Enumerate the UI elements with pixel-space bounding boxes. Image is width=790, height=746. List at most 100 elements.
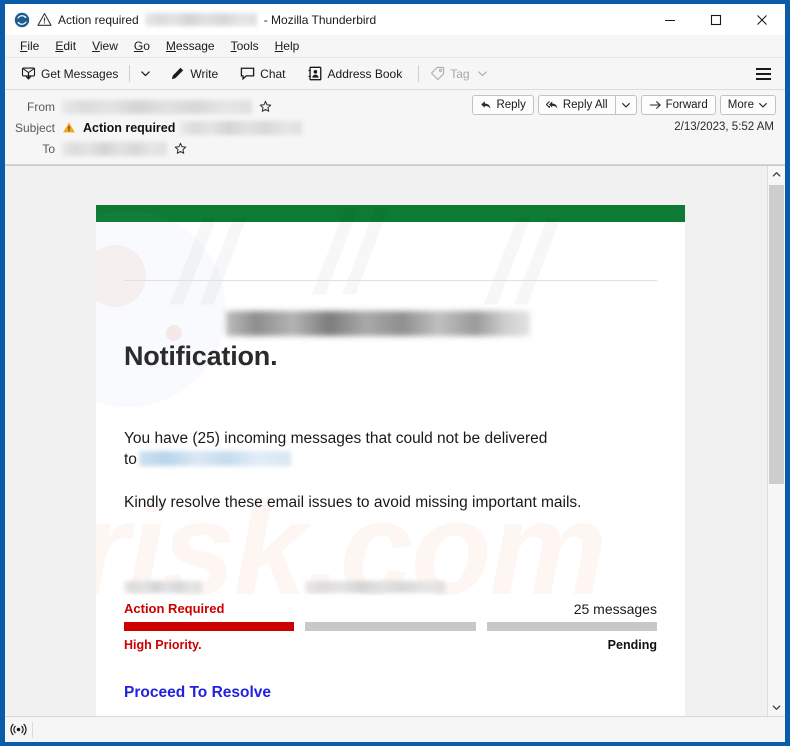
scrollbar-thumb[interactable] — [769, 185, 784, 485]
window-title-app: - Mozilla Thunderbird — [263, 12, 377, 27]
menu-item-tools[interactable]: Tools — [223, 37, 267, 55]
thunderbird-icon — [14, 12, 30, 27]
scroll-down-arrow-icon[interactable] — [768, 699, 785, 716]
address-book-button[interactable]: Address Book — [302, 63, 409, 84]
status-column-1-redacted — [124, 580, 202, 593]
status-column-2-redacted — [305, 580, 446, 593]
more-label: More — [727, 99, 754, 111]
status-column-1-label: Action Required — [124, 600, 225, 616]
menu-item-view[interactable]: View — [84, 37, 126, 55]
close-button[interactable] — [739, 4, 785, 35]
tag-button[interactable]: Tag — [424, 63, 493, 84]
status-column-2-top — [305, 580, 475, 594]
reply-all-label: Reply All — [562, 99, 608, 111]
title-bar: Action required - Mozilla Thunderbird — [5, 4, 785, 35]
status-bar — [5, 716, 785, 742]
star-icon-to[interactable] — [174, 142, 187, 155]
chevron-down-icon-more — [759, 103, 767, 108]
scroll-up-arrow-icon[interactable] — [768, 166, 785, 183]
subject-text: Action required — [83, 120, 176, 135]
address-book-icon — [308, 66, 321, 81]
subject-label: Subject — [14, 120, 55, 135]
reply-all-split: Reply All — [537, 95, 637, 115]
get-messages-dropdown[interactable] — [135, 65, 156, 82]
menu-bar: FFileile Edit View Go Message Tools Help — [5, 35, 785, 58]
get-messages-icon — [21, 67, 36, 80]
more-button[interactable]: More — [719, 95, 776, 115]
to-value — [62, 141, 187, 156]
reply-all-dropdown[interactable] — [614, 95, 637, 115]
header-row-to: To — [5, 138, 785, 159]
hamburger-menu-icon[interactable] — [748, 62, 779, 86]
chat-bubble-icon — [240, 67, 255, 81]
maximize-button[interactable] — [693, 4, 739, 35]
forward-button[interactable]: Forward — [640, 95, 716, 115]
reply-all-button[interactable]: Reply All — [537, 95, 615, 115]
email-content-card: // // // risk.com Notification. You have… — [96, 205, 685, 716]
address-book-label: Address Book — [327, 66, 403, 81]
from-label: From — [27, 99, 55, 114]
status-column-2-sublabel — [305, 638, 475, 653]
write-label: Write — [190, 66, 219, 81]
status-column-3-bar — [486, 621, 657, 631]
tag-label: Tag — [450, 66, 470, 81]
scrollbar-track[interactable] — [768, 183, 785, 699]
email-paragraph-1-line1: You have (25) incoming messages that cou… — [124, 429, 548, 447]
menu-item-go[interactable]: Go — [126, 37, 158, 55]
window-title-prefix: Action required — [58, 12, 139, 27]
get-messages-button[interactable]: Get Messages — [15, 63, 124, 84]
warning-triangle-icon — [37, 12, 52, 26]
status-column-1: Action Required High Priority. — [124, 580, 295, 653]
thunderbird-window: Action required - Mozilla Thunderbird FF… — [4, 3, 786, 743]
message-header: From Subject Action required To Reply Re… — [5, 90, 785, 165]
proceed-to-resolve-link[interactable]: Proceed To Resolve — [124, 684, 271, 702]
status-column-3-top — [487, 580, 657, 594]
main-toolbar: Get Messages Write Chat Address Book Tag — [5, 58, 785, 90]
subject-value: Action required — [62, 120, 303, 135]
vertical-scrollbar[interactable] — [767, 166, 785, 716]
app-root: Action required - Mozilla Thunderbird FF… — [0, 0, 790, 746]
status-column-3-sublabel: Pending — [607, 637, 657, 652]
message-body-scroll: // // // risk.com Notification. You have… — [5, 166, 767, 716]
message-actions: Reply Reply All Forward More 2/13/2023, … — [468, 95, 776, 133]
subject-warning-icon — [63, 122, 75, 133]
star-icon-from[interactable] — [259, 100, 272, 113]
menu-item-message[interactable]: Message — [158, 37, 223, 55]
from-value — [62, 99, 272, 114]
chevron-down-icon — [141, 71, 151, 77]
menu-item-help[interactable]: Help — [267, 37, 308, 55]
menu-item-edit[interactable]: Edit — [47, 37, 84, 55]
chat-button[interactable]: Chat — [234, 63, 291, 84]
reply-button[interactable]: Reply — [472, 95, 534, 115]
to-address-redacted — [62, 141, 167, 156]
chat-label: Chat — [260, 66, 286, 81]
status-column-2-bar — [305, 621, 476, 631]
forward-arrow-icon — [649, 101, 661, 109]
subject-redacted — [180, 120, 303, 135]
status-column-1-top — [124, 580, 294, 594]
message-action-buttons: Reply Reply All Forward More — [468, 95, 776, 115]
status-column-3-label: 25 messages — [573, 600, 657, 617]
window-controls — [647, 4, 785, 35]
reply-label: Reply — [496, 99, 526, 111]
email-recipient-redacted — [138, 451, 291, 467]
toolbar-separator-2 — [418, 65, 420, 82]
tag-icon — [431, 66, 445, 81]
email-inner: Notification. You have (25) incoming mes… — [96, 280, 685, 716]
message-date: 2/13/2023, 5:52 AM — [674, 121, 774, 133]
window-title-redacted — [144, 13, 257, 26]
minimize-button[interactable] — [647, 4, 693, 35]
write-button[interactable]: Write — [164, 63, 224, 84]
broadcast-signal-icon[interactable] — [5, 722, 32, 737]
forward-label: Forward — [665, 99, 708, 111]
menu-item-file[interactable]: FFileile — [12, 37, 47, 55]
tag-chevron-down-icon — [477, 71, 487, 77]
toolbar-separator-1 — [129, 65, 131, 82]
email-paragraph-1-line2: to — [124, 451, 137, 469]
email-heading: Notification. — [124, 341, 278, 371]
reply-all-icon — [545, 101, 558, 109]
status-column-2 — [305, 580, 476, 653]
status-column-1-bar — [124, 621, 295, 631]
status-column-1-sublabel: High Priority. — [124, 637, 202, 652]
status-column-2-label — [305, 601, 475, 617]
